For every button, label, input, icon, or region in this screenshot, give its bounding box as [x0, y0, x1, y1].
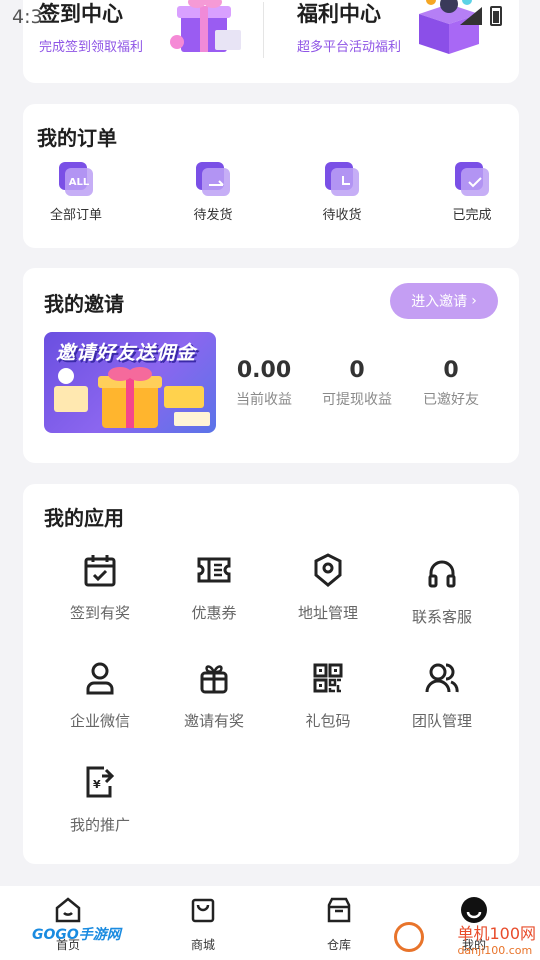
qrcode-icon — [310, 660, 346, 696]
apps-title: 我的应用 — [44, 506, 124, 530]
shop-bag-icon — [191, 898, 215, 923]
app-label: 企业微信 — [69, 712, 130, 730]
stat-value: 0.00 — [236, 358, 292, 383]
location-icon — [310, 552, 346, 588]
app-label: 邀请有奖 — [183, 712, 244, 730]
welfare-center[interactable]: 福利中心 超多平台活动福利 — [297, 0, 401, 55]
center-card: 签到中心 完成签到领取福利 福利中心 超多平台活动福利 — [23, 0, 519, 83]
stat-value: 0 — [349, 358, 365, 383]
app-customer-service[interactable]: 联系客服 — [387, 556, 497, 627]
orders-title: 我的订单 — [37, 126, 117, 150]
gift-icon — [196, 660, 232, 696]
watermark-circle-icon — [394, 922, 424, 952]
all-orders-icon: ALL — [59, 162, 93, 196]
banner-gift-illustration — [54, 367, 210, 428]
pending-receive-icon — [325, 162, 359, 196]
watermark-gogo: GOGO手游网 — [32, 927, 121, 943]
status-icons — [460, 6, 502, 26]
app-label: 礼包码 — [305, 712, 351, 730]
app-my-promotion[interactable]: ¥ 我的推广 — [45, 764, 155, 835]
stat-withdrawable: 0 可提现收益 — [312, 358, 402, 409]
stat-current-earnings: 0.00 当前收益 — [219, 358, 309, 409]
order-completed[interactable]: 已完成 — [432, 162, 512, 223]
tab-warehouse[interactable]: 仓库 — [299, 896, 379, 953]
pending-ship-icon — [196, 162, 230, 196]
my-apps-card: 我的应用 签到有奖 优惠券 地址管理 联系客服 企业微信 邀请有奖 礼包码 团队… — [23, 484, 519, 864]
invite-banner[interactable]: 邀请好友送佣金 — [44, 332, 216, 433]
chevron-right-icon: › — [471, 293, 477, 309]
app-enterprise-wechat[interactable]: 企业微信 — [45, 660, 155, 731]
stat-label: 已邀好友 — [423, 392, 479, 408]
stat-value: 0 — [443, 358, 459, 383]
app-team-management[interactable]: 团队管理 — [387, 660, 497, 731]
app-gift-code[interactable]: 礼包码 — [273, 660, 383, 731]
welfare-subtitle: 超多平台活动福利 — [297, 40, 402, 55]
order-pending-ship[interactable]: 待发货 — [173, 162, 253, 223]
tab-label: 商城 — [190, 938, 215, 952]
order-label-all: 全部订单 — [49, 208, 102, 223]
order-label-completed: 已完成 — [452, 208, 492, 223]
user-icon — [82, 660, 118, 696]
home-icon — [55, 897, 81, 923]
headset-icon — [424, 556, 460, 592]
battery-icon — [490, 6, 502, 26]
calendar-check-icon — [82, 552, 118, 588]
all-badge: ALL — [65, 168, 93, 196]
stat-label: 可提现收益 — [322, 392, 392, 408]
gift-box-icon — [170, 0, 241, 52]
completed-icon — [455, 162, 489, 196]
invite-title: 我的邀请 — [44, 292, 124, 316]
app-label: 优惠券 — [191, 604, 237, 622]
status-time: 4:3 — [12, 6, 43, 28]
signal-icon — [460, 7, 482, 25]
app-address[interactable]: 地址管理 — [273, 552, 383, 623]
app-label: 团队管理 — [411, 712, 472, 730]
team-icon — [424, 660, 460, 696]
app-label: 地址管理 — [297, 604, 358, 622]
watermark-danji-text: 单机100网 — [457, 924, 536, 943]
divider — [263, 2, 264, 58]
app-label: 签到有奖 — [69, 604, 130, 622]
promotion-icon: ¥ — [82, 764, 118, 800]
watermark-danji: 单机100网 danji100.com — [457, 920, 536, 957]
bottom-tabbar: 首页 商城 仓库 我的 GOGO手游网 单机100网 danji100.com — [0, 886, 540, 960]
checkin-title: 签到中心 — [39, 2, 123, 26]
app-label: 我的推广 — [69, 816, 130, 834]
checkin-subtitle: 完成签到领取福利 — [39, 40, 144, 55]
app-checkin-reward[interactable]: 签到有奖 — [45, 552, 155, 623]
app-coupon[interactable]: 优惠券 — [159, 552, 269, 623]
tab-label: 仓库 — [326, 938, 351, 952]
tab-shop[interactable]: 商城 — [163, 896, 243, 953]
svg-text:¥: ¥ — [93, 778, 101, 791]
enter-invite-label: 进入邀请 — [411, 294, 468, 310]
app-label: 联系客服 — [411, 608, 472, 626]
warehouse-icon — [327, 897, 351, 923]
checkin-center[interactable]: 签到中心 完成签到领取福利 — [39, 0, 143, 55]
my-invite-card: 我的邀请 进入邀请 › 邀请好友送佣金 0.00 当前收益 0 可提现收益 0 … — [23, 268, 519, 463]
welfare-title: 福利中心 — [297, 2, 381, 26]
coupon-icon — [196, 552, 232, 588]
my-orders-card: 我的订单 ALL 全部订单 待发货 待收货 已完成 — [23, 104, 519, 248]
stat-invited-friends: 0 已邀好友 — [406, 358, 496, 409]
watermark-danji-url: danji100.com — [457, 944, 533, 957]
stat-label: 当前收益 — [236, 392, 292, 408]
order-pending-receive[interactable]: 待收货 — [302, 162, 382, 223]
app-invite-reward[interactable]: 邀请有奖 — [159, 660, 269, 731]
enter-invite-button[interactable]: 进入邀请 › — [390, 283, 498, 319]
order-all[interactable]: ALL 全部订单 — [36, 162, 116, 223]
order-label-pending-receive: 待收货 — [322, 208, 362, 223]
order-label-pending-ship: 待发货 — [193, 208, 233, 223]
